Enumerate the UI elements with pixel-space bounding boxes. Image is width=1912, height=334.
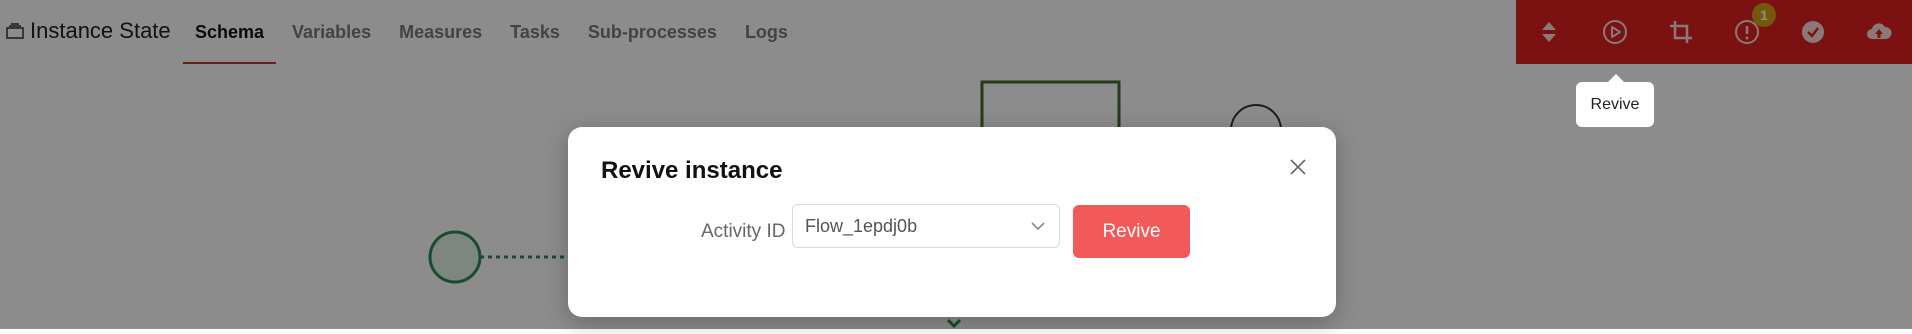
activity-id-select[interactable]: Flow_1epdj0b (792, 204, 1060, 248)
activity-id-label: Activity ID (701, 221, 786, 242)
revive-tooltip: Revive (1576, 74, 1654, 127)
close-icon[interactable] (1288, 157, 1308, 177)
revive-button[interactable]: Revive (1073, 205, 1190, 258)
chevron-down-icon (1031, 222, 1045, 231)
activity-id-value: Flow_1epdj0b (805, 216, 918, 236)
revive-instance-dialog: Revive instance Activity ID Flow_1epdj0b… (568, 127, 1336, 317)
dialog-title: Revive instance (601, 157, 783, 184)
